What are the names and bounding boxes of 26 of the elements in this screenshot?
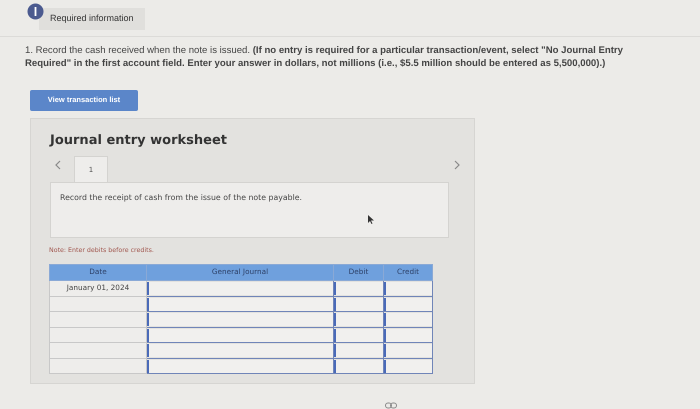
account-field[interactable] xyxy=(147,282,333,296)
required-information-tab[interactable]: Required information xyxy=(39,8,145,30)
link-icon[interactable] xyxy=(385,402,397,409)
credit-field[interactable] xyxy=(384,328,432,342)
chevron-right-icon[interactable] xyxy=(454,160,460,170)
question-text: 1. Record the cash received when the note is issued. (If no entry is required for a particular transaction/event, select "No Journal Entry Required" in the first account field. Enter your answer in dollars, not millions (i.e., $5.5 million should be entered as 5,500,000).) xyxy=(24,44,624,70)
worksheet-title: Journal entry worksheet xyxy=(50,132,228,150)
debit-field[interactable] xyxy=(334,313,383,326)
debit-field[interactable] xyxy=(334,344,383,358)
debit-field[interactable] xyxy=(334,298,383,311)
credit-field[interactable] xyxy=(384,344,432,358)
credit-field[interactable] xyxy=(384,282,432,296)
account-field[interactable] xyxy=(147,298,333,311)
account-field[interactable] xyxy=(147,360,333,373)
account-field[interactable] xyxy=(147,344,333,358)
mouse-pointer-icon xyxy=(368,215,374,224)
credit-field[interactable] xyxy=(384,313,432,326)
credit-field[interactable] xyxy=(384,360,432,373)
credit-field[interactable] xyxy=(384,298,432,311)
debit-field[interactable] xyxy=(334,282,383,296)
debit-field[interactable] xyxy=(334,328,383,342)
chevron-left-icon[interactable] xyxy=(55,160,61,170)
account-field[interactable] xyxy=(147,313,333,326)
info-icon xyxy=(27,3,44,20)
account-field[interactable] xyxy=(147,328,333,342)
debit-field[interactable] xyxy=(334,360,383,373)
